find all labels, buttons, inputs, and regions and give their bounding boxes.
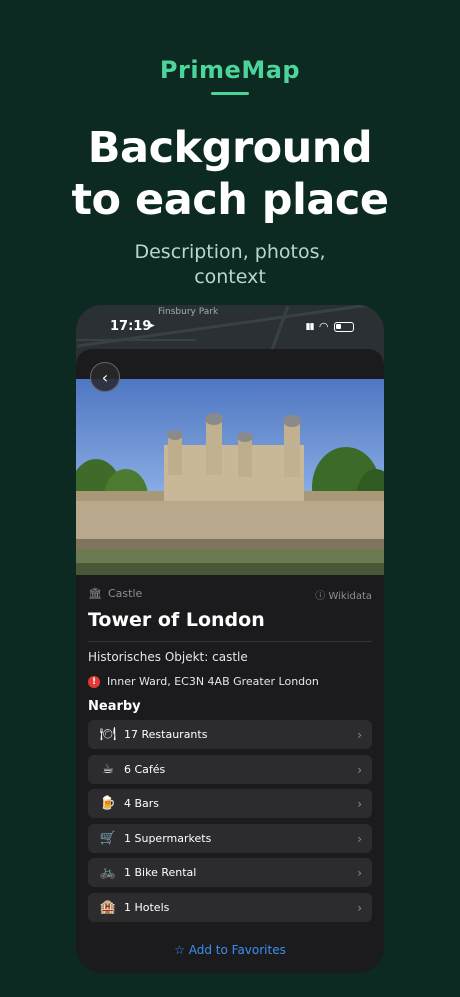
restaurant-icon: 🍽 (99, 727, 117, 742)
chevron-right-icon: › (357, 727, 362, 742)
castle-photo (76, 413, 384, 575)
location-arrow-icon: ➤ (146, 319, 156, 332)
wikidata-link[interactable]: ⓘ Wikidata (315, 587, 372, 602)
nearby-item-label: 1 Bike Rental (124, 866, 197, 879)
nearby-item-bike-rental[interactable]: 🚲 1 Bike Rental › (88, 858, 372, 887)
nearby-item-label: 4 Bars (124, 797, 160, 810)
brand-logo: PrimeMap (159, 56, 301, 84)
hotel-icon: 🏨 (99, 900, 117, 915)
chevron-right-icon: › (357, 831, 362, 846)
coffee-icon: ☕ (102, 762, 114, 777)
chevron-right-icon: › (357, 865, 362, 880)
bike-icon: 🚲 (99, 865, 117, 880)
signal-icon: ▮▮ (305, 321, 315, 332)
subheadline: Description, photos, context (0, 240, 460, 290)
nearby-item-supermarkets[interactable]: 🛒 1 Supermarkets › (88, 824, 372, 853)
chevron-left-icon: ‹ (101, 367, 109, 387)
nearby-item-label: 17 Restaurants (124, 728, 208, 741)
headline: Background to each place (0, 122, 460, 226)
nearby-item-label: 1 Supermarkets (124, 832, 212, 845)
place-description: Historisches Objekt: castle (88, 650, 248, 664)
place-address: ! Inner Ward, EC3N 4AB Greater London (88, 675, 319, 688)
map-label: Finsbury Park (158, 307, 219, 317)
headline-line-1: Background (87, 123, 373, 173)
headline-line-2: to each place (71, 175, 389, 225)
beer-icon: 🍺 (99, 796, 117, 811)
chevron-right-icon: › (357, 796, 362, 811)
back-button[interactable]: ‹ (90, 362, 120, 392)
nearby-item-cafes[interactable]: ☕ 6 Cafés › (88, 755, 372, 784)
title-divider (88, 641, 372, 642)
subheadline-line-1: Description, photos, (134, 241, 326, 263)
star-icon: ☆ (174, 943, 185, 957)
add-to-favorites-button[interactable]: ☆ Add to Favorites (76, 943, 384, 957)
nearby-item-bars[interactable]: 🍺 4 Bars › (88, 789, 372, 818)
nearby-item-label: 6 Cafés (124, 763, 166, 776)
nearby-item-label: 1 Hotels (124, 901, 170, 914)
cart-icon: 🛒 (99, 831, 117, 846)
wikidata-label: Wikidata (328, 591, 372, 602)
category-row: 🏛 Castle ⓘ Wikidata (88, 587, 372, 603)
brand-underline (211, 92, 249, 95)
nearby-heading: Nearby (88, 699, 141, 714)
chevron-right-icon: › (357, 900, 362, 915)
status-bar: 17:19 ➤ ▮▮ ◠ (76, 317, 384, 337)
subheadline-line-2: context (194, 266, 266, 288)
phone-screen: Finsbury Park 17:19 ➤ ▮▮ ◠ ‹ 🏛 Castle ⓘ … (76, 305, 384, 973)
wifi-icon: ◠ (319, 320, 328, 333)
alert-pin-icon: ! (88, 675, 100, 688)
info-icon: ⓘ (315, 591, 326, 602)
favorites-label: Add to Favorites (188, 943, 286, 957)
nearby-item-restaurants[interactable]: 🍽 17 Restaurants › (88, 720, 372, 749)
castle-icon: 🏛 (88, 587, 102, 600)
battery-icon (334, 321, 354, 332)
place-title: Tower of London (88, 609, 265, 631)
nearby-item-hotels[interactable]: 🏨 1 Hotels › (88, 893, 372, 922)
chevron-right-icon: › (357, 762, 362, 777)
address-text: Inner Ward, EC3N 4AB Greater London (107, 675, 319, 688)
place-photo (76, 379, 384, 575)
category-label: Castle (108, 587, 143, 600)
